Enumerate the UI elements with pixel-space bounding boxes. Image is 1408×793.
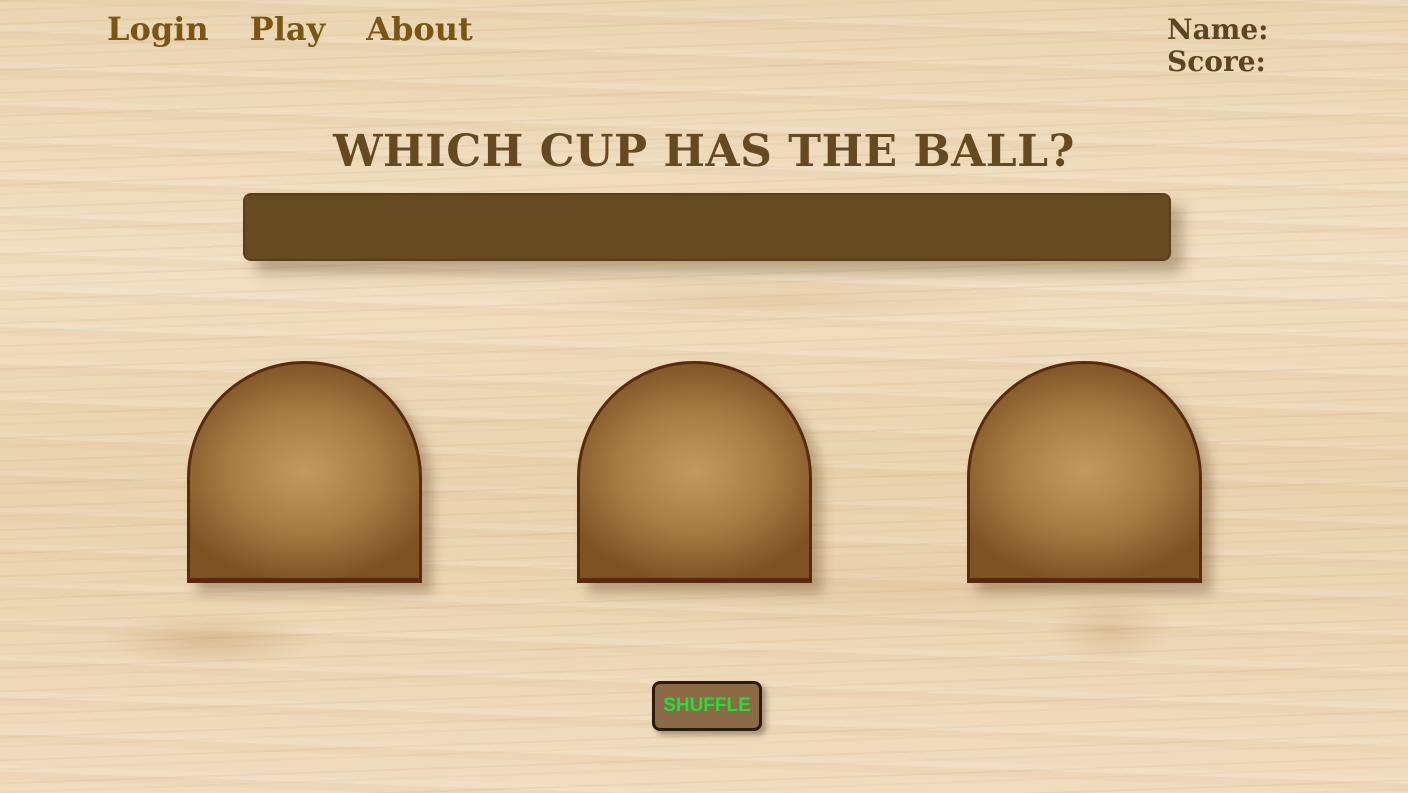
- nav-play-link[interactable]: Play: [250, 10, 326, 48]
- cup-1[interactable]: [187, 361, 422, 583]
- nav-about-link[interactable]: About: [366, 10, 473, 48]
- cup-2[interactable]: [577, 361, 812, 583]
- main-nav: Login Play About: [107, 10, 473, 48]
- nav-login-link[interactable]: Login: [107, 10, 209, 48]
- cup-3[interactable]: [967, 361, 1202, 583]
- player-name-label: Name:: [1167, 13, 1269, 46]
- message-bar: [243, 193, 1171, 261]
- player-info: Name: Score:: [1167, 14, 1269, 78]
- shuffle-button[interactable]: SHUFFLE: [652, 681, 762, 731]
- game-title: WHICH CUP HAS THE BALL?: [333, 126, 1075, 177]
- player-score-label: Score:: [1167, 45, 1266, 78]
